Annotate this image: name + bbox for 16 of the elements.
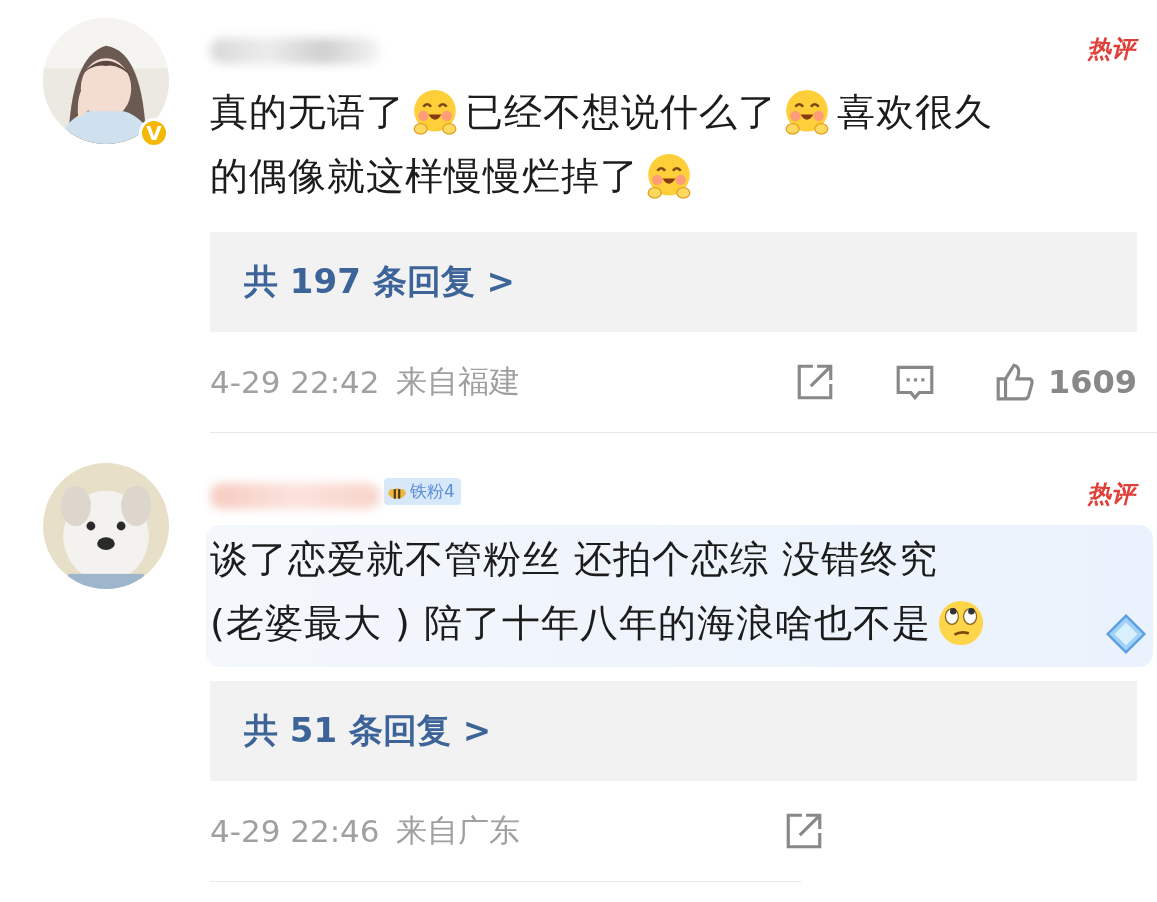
comment-location: 来自广东 — [395, 811, 520, 850]
comment-text: 已经不想说什么了 — [465, 88, 777, 136]
replies-link[interactable]: 共 51 条回复 > — [210, 681, 1137, 781]
comment-time: 4-29 22:46 — [210, 813, 380, 849]
like-count: 1609 — [1047, 363, 1137, 401]
comment-text: (老婆最大 ) 陪了十年八年的海浪啥也不是 — [210, 599, 931, 647]
fan-level-label: 铁粉4 — [410, 479, 455, 503]
comment-text: 真的无语了 — [210, 88, 405, 136]
comment-location: 来自福建 — [395, 362, 520, 401]
replies-link[interactable]: 共 197 条回复 > — [210, 232, 1137, 332]
comment-time: 4-29 22:42 — [210, 364, 380, 400]
comment-text: 喜欢很久 — [837, 88, 993, 136]
comment-text: 谈了恋爱就不管粉丝 还拍个恋综 没错终究 — [210, 535, 939, 583]
comment-text: 的偶像就这样慢慢烂掉了 — [210, 152, 639, 200]
verified-badge: V — [139, 118, 169, 148]
diamond-sticker-icon — [1103, 611, 1149, 657]
